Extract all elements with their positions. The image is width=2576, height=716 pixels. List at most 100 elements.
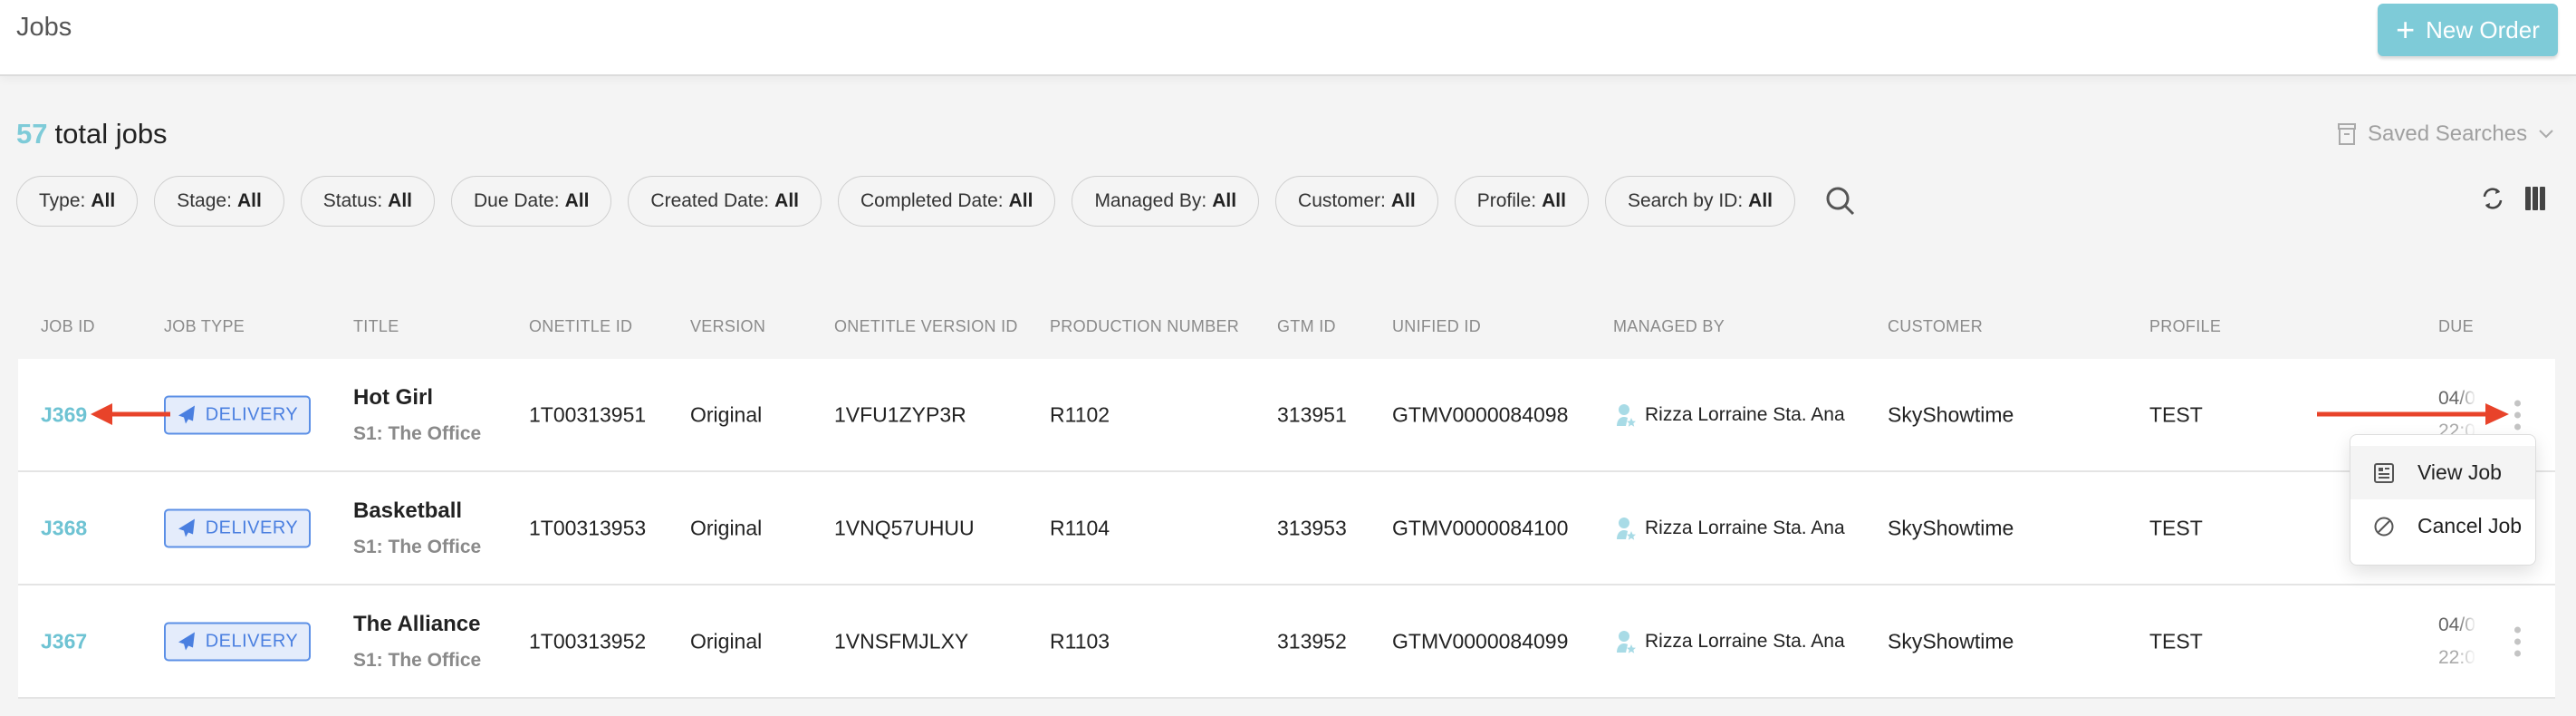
col-production-number[interactable]: PRODUCTION NUMBER — [1050, 317, 1239, 336]
subtitle: S1: The Office — [353, 422, 482, 444]
paper-plane-icon — [178, 632, 195, 651]
table-header: JOB ID JOB TYPE TITLE ONETITLE ID VERSIO… — [18, 317, 2555, 344]
col-onetitle-id[interactable]: ONETITLE ID — [529, 317, 632, 336]
cancel-icon — [2374, 517, 2394, 536]
menu-item-cancel-job[interactable]: Cancel Job — [2350, 499, 2535, 553]
filter-value: All — [564, 190, 590, 211]
total-count: 57 — [16, 118, 48, 150]
job-type-badge: DELIVERY — [164, 622, 311, 661]
production-number: R1102 — [1050, 402, 1110, 426]
col-version[interactable]: VERSION — [690, 317, 765, 336]
annotation-arrow-right — [2317, 403, 2509, 425]
production-number: R1103 — [1050, 629, 1110, 653]
user-star-icon — [1617, 517, 1636, 540]
manager-name: Rizza Lorraine Sta. Ana — [1645, 630, 1845, 652]
refresh-icon[interactable] — [2479, 185, 2506, 212]
filter-value: All — [1212, 190, 1237, 211]
total-jobs: 57 total jobs — [16, 118, 168, 150]
customer: SkyShowtime — [1888, 402, 2014, 426]
filter-managed-by[interactable]: Managed By: All — [1072, 176, 1260, 227]
filter-status[interactable]: Status: All — [300, 176, 435, 227]
cancel-job-label: Cancel Job — [2417, 514, 2523, 537]
more-options-icon[interactable] — [2511, 400, 2523, 430]
filter-value: All — [91, 190, 116, 211]
document-icon — [2374, 462, 2394, 483]
filter-label: Customer: — [1298, 190, 1386, 211]
table-row[interactable]: J369 DELIVERY Hot Girl S1: The Office 1T… — [18, 359, 2555, 472]
filter-customer[interactable]: Customer: All — [1275, 176, 1438, 227]
col-customer[interactable]: CUSTOMER — [1888, 317, 1983, 336]
filter-profile[interactable]: Profile: All — [1454, 176, 1589, 227]
due-time: 22:0 — [2438, 646, 2475, 668]
gtm-id: 313953 — [1277, 516, 1347, 539]
col-gtm-id[interactable]: GTM ID — [1277, 317, 1336, 336]
managed-by: Rizza Lorraine Sta. Ana — [1616, 516, 1845, 541]
job-type-label: DELIVERY — [205, 518, 299, 537]
archive-icon — [2338, 123, 2356, 145]
profile: TEST — [2149, 402, 2203, 426]
view-job-label: View Job — [2417, 460, 2502, 484]
filter-completed-date[interactable]: Completed Date: All — [838, 176, 1056, 227]
user-star-icon — [1617, 403, 1636, 427]
filter-due-date[interactable]: Due Date: All — [451, 176, 612, 227]
col-title[interactable]: TITLE — [353, 317, 399, 336]
filter-created-date[interactable]: Created Date: All — [628, 176, 822, 227]
gtm-id: 313951 — [1277, 402, 1347, 426]
profile: TEST — [2149, 516, 2203, 539]
filter-label: Type: — [39, 190, 86, 211]
filter-stage[interactable]: Stage: All — [154, 176, 284, 227]
version: Original — [690, 629, 763, 653]
menu-item-view-job[interactable]: View Job — [2350, 446, 2535, 499]
onetitle-id: 1T00313951 — [529, 402, 647, 426]
saved-searches-dropdown[interactable]: Saved Searches — [2337, 121, 2554, 147]
more-options-icon[interactable] — [2511, 626, 2523, 656]
title-cell: Hot Girl S1: The Office — [353, 385, 481, 445]
filter-label: Created Date: — [650, 190, 770, 211]
search-icon[interactable] — [1824, 185, 1857, 218]
title-cell: The Alliance S1: The Office — [353, 612, 481, 672]
job-id-link[interactable]: J369 — [41, 402, 87, 427]
jobs-table: J369 DELIVERY Hot Girl S1: The Office 1T… — [18, 359, 2555, 699]
onetitle-version-id: 1VFU1ZYP3R — [834, 402, 966, 426]
filter-value: All — [1390, 190, 1416, 211]
job-type-label: DELIVERY — [205, 631, 299, 651]
title: Hot Girl — [353, 384, 433, 410]
col-due[interactable]: DUE — [2438, 317, 2474, 336]
table-row[interactable]: J367 DELIVERY The Alliance S1: The Offic… — [18, 585, 2555, 699]
filter-value: All — [1748, 190, 1773, 211]
new-order-button[interactable]: + New Order — [2378, 4, 2558, 56]
columns-icon[interactable] — [2525, 187, 2545, 210]
col-job-id[interactable]: JOB ID — [41, 317, 95, 336]
job-id-link[interactable]: J368 — [41, 516, 87, 540]
page-title: Jobs — [16, 13, 72, 42]
unified-id: GTMV0000084098 — [1392, 402, 1569, 426]
due-cell: 04/0 22:0 — [2438, 609, 2476, 674]
subtitle: S1: The Office — [353, 649, 482, 671]
filter-label: Completed Date: — [860, 190, 1004, 211]
user-star-icon — [1617, 630, 1636, 653]
col-unified-id[interactable]: UNIFIED ID — [1392, 317, 1481, 336]
managed-by: Rizza Lorraine Sta. Ana — [1616, 629, 1845, 654]
title: Basketball — [353, 498, 463, 523]
filter-search-by-id[interactable]: Search by ID: All — [1604, 176, 1796, 227]
filter-value: All — [236, 190, 262, 211]
plus-icon: + — [2396, 11, 2416, 48]
filter-value: All — [774, 190, 799, 211]
version: Original — [690, 402, 763, 426]
customer: SkyShowtime — [1888, 629, 2014, 653]
gtm-id: 313952 — [1277, 629, 1347, 653]
col-job-type[interactable]: JOB TYPE — [164, 317, 245, 336]
col-onetitle-version-id[interactable]: ONETITLE VERSION ID — [834, 317, 1018, 336]
table-row[interactable]: J368 DELIVERY Basketball S1: The Office … — [18, 472, 2555, 585]
filter-value: All — [1008, 190, 1033, 211]
job-id-link[interactable]: J367 — [41, 629, 87, 653]
annotation-arrow-left — [91, 403, 170, 425]
unified-id: GTMV0000084100 — [1392, 516, 1569, 539]
unified-id: GTMV0000084099 — [1392, 629, 1569, 653]
production-number: R1104 — [1050, 516, 1110, 539]
total-label: total jobs — [54, 118, 168, 150]
col-managed-by[interactable]: MANAGED BY — [1613, 317, 1725, 336]
col-profile[interactable]: PROFILE — [2149, 317, 2221, 336]
title-cell: Basketball S1: The Office — [353, 498, 481, 558]
filter-type[interactable]: Type: All — [16, 176, 139, 227]
